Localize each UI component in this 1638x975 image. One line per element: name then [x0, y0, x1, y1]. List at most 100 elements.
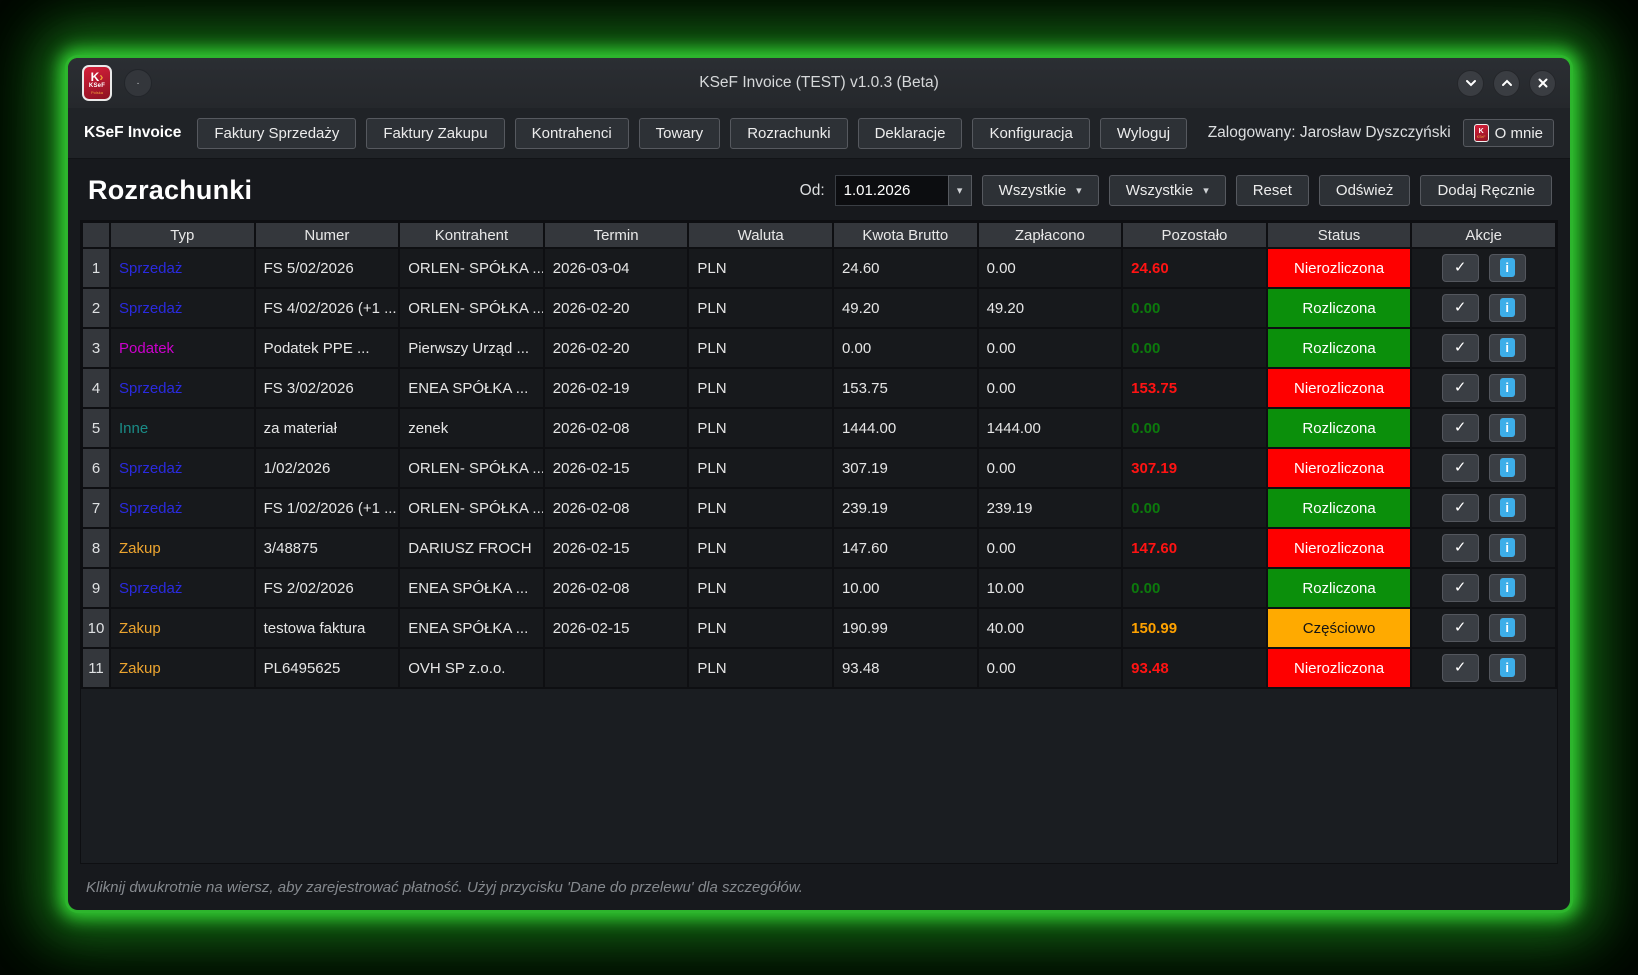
cell-pozostalo: 150.99 — [1123, 609, 1266, 647]
date-from-dropdown-button[interactable]: ▾ — [948, 175, 972, 206]
chevron-down-icon: ▾ — [1203, 184, 1209, 197]
cell-kontrahent: ENEA SPÓŁKA ... — [400, 609, 543, 647]
minimize-button[interactable] — [1457, 70, 1484, 97]
type-filter-select[interactable]: Wszystkie ▾ — [982, 175, 1099, 206]
titlebar-menu-button[interactable]: · — [124, 69, 152, 97]
cell-pozostalo: 0.00 — [1123, 289, 1266, 327]
nav-deklaracje-button[interactable]: Deklaracje — [858, 118, 963, 149]
column-header-kontrahent[interactable]: Kontrahent — [400, 223, 543, 247]
cell-kontrahent: Pierwszy Urząd ... — [400, 329, 543, 367]
table-row[interactable]: 6Sprzedaż1/02/2026ORLEN- SPÓŁKA ...2026-… — [83, 449, 1555, 487]
details-button[interactable]: i — [1489, 294, 1526, 322]
row-number: 9 — [83, 569, 109, 607]
column-header-waluta[interactable]: Waluta — [689, 223, 832, 247]
column-header-numer[interactable]: Numer — [256, 223, 399, 247]
row-number: 5 — [83, 409, 109, 447]
check-icon: ✓ — [1454, 459, 1467, 476]
nav-wyloguj-button[interactable]: Wyloguj — [1100, 118, 1187, 149]
table-row[interactable]: 4SprzedażFS 3/02/2026ENEA SPÓŁKA ...2026… — [83, 369, 1555, 407]
row-number: 10 — [83, 609, 109, 647]
details-button[interactable]: i — [1489, 534, 1526, 562]
details-button[interactable]: i — [1489, 414, 1526, 442]
cell-akcje: ✓i — [1412, 409, 1555, 447]
details-button[interactable]: i — [1489, 254, 1526, 282]
cell-kwota-brutto: 239.19 — [834, 489, 977, 527]
info-icon: i — [1500, 458, 1515, 477]
cell-typ: Sprzedaż — [111, 489, 254, 527]
maximize-button[interactable] — [1493, 70, 1520, 97]
cell-typ: Sprzedaż — [111, 449, 254, 487]
add-manual-button[interactable]: Dodaj Ręcznie — [1420, 175, 1552, 206]
register-payment-button[interactable]: ✓ — [1442, 294, 1479, 322]
cell-termin: 2026-02-08 — [545, 569, 688, 607]
status-badge: Nierozliczona — [1268, 369, 1411, 407]
row-number: 4 — [83, 369, 109, 407]
column-header-status[interactable]: Status — [1268, 223, 1411, 247]
column-header-zaplacono[interactable]: Zapłacono — [979, 223, 1122, 247]
register-payment-button[interactable]: ✓ — [1442, 534, 1479, 562]
check-icon: ✓ — [1454, 539, 1467, 556]
nav-towary-button[interactable]: Towary — [639, 118, 721, 149]
details-button[interactable]: i — [1489, 334, 1526, 362]
column-header-akcje[interactable]: Akcje — [1412, 223, 1555, 247]
date-from-input[interactable] — [835, 175, 948, 206]
cell-waluta: PLN — [689, 449, 832, 487]
register-payment-button[interactable]: ✓ — [1442, 614, 1479, 642]
nav-konfiguracja-button[interactable]: Konfiguracja — [972, 118, 1089, 149]
cell-waluta: PLN — [689, 649, 832, 687]
nav-faktury-zakupu-button[interactable]: Faktury Zakupu — [366, 118, 504, 149]
cell-kontrahent: OVH SP z.o.o. — [400, 649, 543, 687]
cell-waluta: PLN — [689, 249, 832, 287]
table-row[interactable]: 11ZakupPL6495625OVH SP z.o.o.PLN93.480.0… — [83, 649, 1555, 687]
about-me-button[interactable]: KKSeF O mnie — [1463, 119, 1554, 147]
register-payment-button[interactable]: ✓ — [1442, 334, 1479, 362]
register-payment-button[interactable]: ✓ — [1442, 414, 1479, 442]
table-row[interactable]: 9SprzedażFS 2/02/2026ENEA SPÓŁKA ...2026… — [83, 569, 1555, 607]
details-button[interactable]: i — [1489, 574, 1526, 602]
register-payment-button[interactable]: ✓ — [1442, 654, 1479, 682]
cell-kontrahent: ORLEN- SPÓŁKA ... — [400, 249, 543, 287]
corner-header-cell — [83, 223, 109, 247]
table-row[interactable]: 8Zakup3/48875DARIUSZ FROCH2026-02-15PLN1… — [83, 529, 1555, 567]
nav-kontrahenci-button[interactable]: Kontrahenci — [515, 118, 629, 149]
refresh-button[interactable]: Odśwież — [1319, 175, 1411, 206]
cell-numer: FS 2/02/2026 — [256, 569, 399, 607]
column-header-termin[interactable]: Termin — [545, 223, 688, 247]
table-row[interactable]: 1SprzedażFS 5/02/2026ORLEN- SPÓŁKA ...20… — [83, 249, 1555, 287]
table-header-row: Typ Numer Kontrahent Termin Waluta Kwota… — [83, 223, 1555, 247]
cell-zaplacono: 0.00 — [979, 369, 1122, 407]
details-button[interactable]: i — [1489, 494, 1526, 522]
details-button[interactable]: i — [1489, 614, 1526, 642]
details-button[interactable]: i — [1489, 654, 1526, 682]
cell-termin: 2026-02-20 — [545, 329, 688, 367]
close-button[interactable] — [1529, 70, 1556, 97]
table-row[interactable]: 2SprzedażFS 4/02/2026 (+1 ...ORLEN- SPÓŁ… — [83, 289, 1555, 327]
column-header-pozostalo[interactable]: Pozostało — [1123, 223, 1266, 247]
register-payment-button[interactable]: ✓ — [1442, 454, 1479, 482]
table-row[interactable]: 10Zakuptestowa fakturaENEA SPÓŁKA ...202… — [83, 609, 1555, 647]
register-payment-button[interactable]: ✓ — [1442, 494, 1479, 522]
table-row[interactable]: 7SprzedażFS 1/02/2026 (+1 ...ORLEN- SPÓŁ… — [83, 489, 1555, 527]
cell-numer: FS 1/02/2026 (+1 ... — [256, 489, 399, 527]
register-payment-button[interactable]: ✓ — [1442, 574, 1479, 602]
status-filter-select[interactable]: Wszystkie ▾ — [1109, 175, 1226, 206]
cell-pozostalo: 93.48 — [1123, 649, 1266, 687]
register-payment-button[interactable]: ✓ — [1442, 254, 1479, 282]
table-row[interactable]: 3PodatekPodatek PPE ...Pierwszy Urząd ..… — [83, 329, 1555, 367]
column-header-kwota-brutto[interactable]: Kwota Brutto — [834, 223, 977, 247]
row-number: 6 — [83, 449, 109, 487]
table-row[interactable]: 5Inneza materiałzenek2026-02-08PLN1444.0… — [83, 409, 1555, 447]
nav-rozrachunki-button[interactable]: Rozrachunki — [730, 118, 847, 149]
register-payment-button[interactable]: ✓ — [1442, 374, 1479, 402]
column-header-typ[interactable]: Typ — [111, 223, 254, 247]
titlebar[interactable]: K› KSeF Polska · KSeF Invoice (TEST) v1.… — [68, 58, 1570, 108]
cell-numer: FS 4/02/2026 (+1 ... — [256, 289, 399, 327]
details-button[interactable]: i — [1489, 454, 1526, 482]
cell-kwota-brutto: 0.00 — [834, 329, 977, 367]
reset-button[interactable]: Reset — [1236, 175, 1309, 206]
type-filter-value: Wszystkie — [999, 182, 1067, 199]
nav-faktury-sprzedazy-button[interactable]: Faktury Sprzedaży — [197, 118, 356, 149]
cell-pozostalo: 147.60 — [1123, 529, 1266, 567]
details-button[interactable]: i — [1489, 374, 1526, 402]
status-badge: Rozliczona — [1268, 569, 1411, 607]
